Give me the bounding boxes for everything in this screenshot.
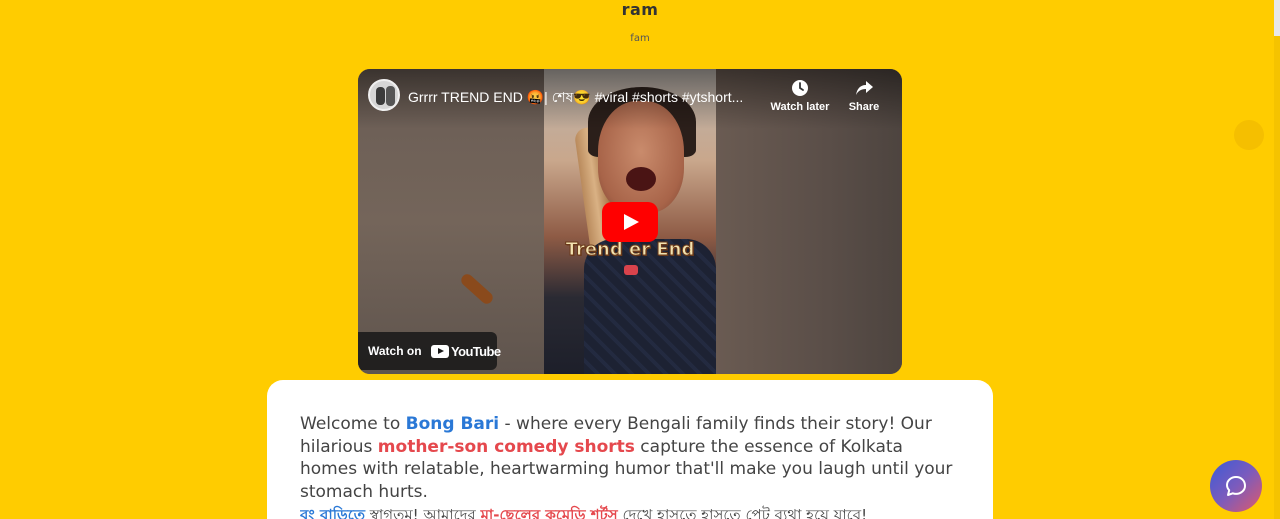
channel-avatar[interactable] bbox=[368, 79, 400, 111]
bengali-part1: স্বাগতম! আমাদের bbox=[365, 506, 481, 519]
mouth-shape bbox=[626, 167, 656, 191]
clock-icon bbox=[792, 80, 808, 96]
video-embed[interactable]: Trend er End Grrrr TREND END 🤬| শেষ😎 #vi… bbox=[358, 69, 902, 374]
share-label: Share bbox=[848, 101, 880, 113]
scrollbar-thumb[interactable] bbox=[1274, 0, 1280, 36]
chat-button[interactable] bbox=[1210, 460, 1262, 512]
angry-emoji-icon bbox=[624, 265, 638, 275]
watch-on-youtube-button[interactable]: Watch on YouTube bbox=[358, 332, 501, 370]
bengali-intro-text: বং বাড়িতে স্বাগতম! আমাদের মা-ছেলের কমেড… bbox=[300, 504, 964, 519]
bengali-part2: দেখে হাসতে হাসতে পেট ব্যথা হয়ে যাবে! bbox=[617, 506, 868, 519]
description-card: Welcome to Bong Bari - where every Benga… bbox=[267, 380, 993, 519]
watch-on-label: Watch on bbox=[368, 344, 422, 358]
intro-text: Welcome to Bong Bari - where every Benga… bbox=[300, 413, 964, 503]
rolling-pin-image bbox=[458, 271, 496, 307]
share-icon bbox=[856, 81, 873, 95]
intro-part1: Welcome to bbox=[300, 414, 406, 434]
chat-icon bbox=[1226, 476, 1246, 496]
bengali-highlight-text: মা-ছেলের কমেডি শর্টস bbox=[480, 506, 618, 519]
page-subtitle: fam bbox=[630, 33, 650, 44]
watch-later-label: Watch later bbox=[770, 101, 830, 113]
video-overlay-caption: Trend er End bbox=[565, 239, 695, 261]
bengali-brand-name: বং বাড়িতে bbox=[300, 506, 366, 519]
share-button[interactable]: Share bbox=[832, 79, 896, 113]
highlight-text: mother-son comedy shorts bbox=[377, 436, 635, 457]
youtube-wordmark: YouTube bbox=[451, 344, 501, 359]
play-icon[interactable] bbox=[602, 202, 658, 242]
page-title: ram bbox=[621, 0, 659, 19]
page-scrollbar[interactable] bbox=[1274, 0, 1280, 519]
side-decoration bbox=[1234, 120, 1264, 150]
youtube-logo-icon bbox=[431, 345, 449, 358]
brand-name: Bong Bari bbox=[405, 414, 500, 434]
video-title[interactable]: Grrrr TREND END 🤬| শেষ😎 #viral #shorts #… bbox=[408, 86, 764, 110]
watch-later-button[interactable]: Watch later bbox=[768, 79, 832, 113]
